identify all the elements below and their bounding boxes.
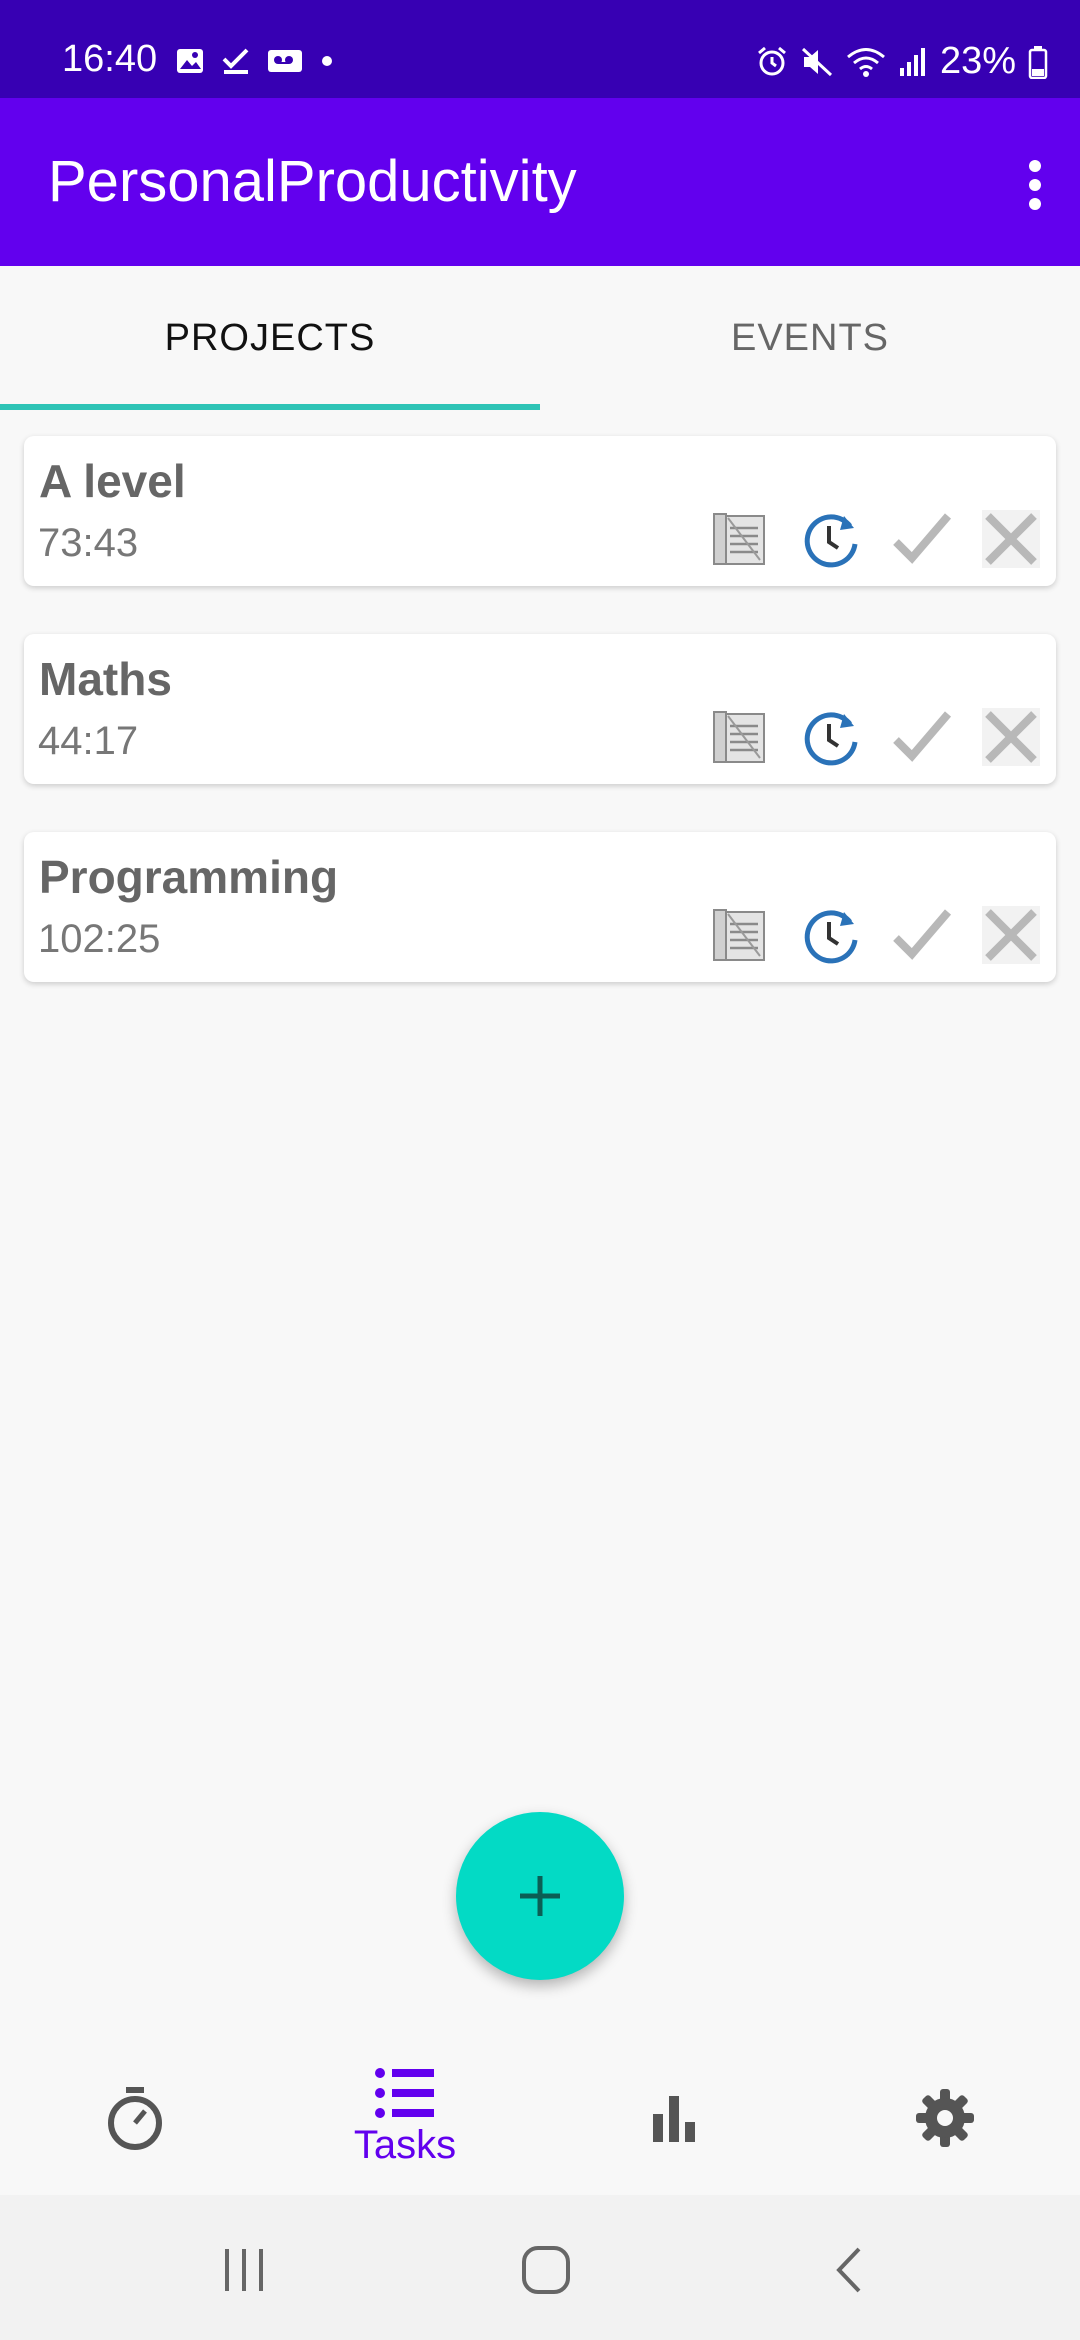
plus-icon [520,1876,560,1916]
signal-icon [899,47,925,76]
notes-icon[interactable] [710,706,772,768]
bottom-navigation: Tasks [0,2040,1080,2195]
project-name: A level [39,455,186,507]
tab-events[interactable]: EVENTS [540,266,1080,410]
notification-icons [175,46,335,76]
wifi-icon [846,47,885,77]
system-navigation-bar [0,2195,1080,2340]
nav-settings[interactable] [810,2040,1080,2195]
nav-tasks-label: Tasks [353,2123,457,2167]
clock-restart-icon[interactable] [800,706,862,768]
notes-icon[interactable] [710,508,772,570]
gear-icon [916,2088,974,2147]
battery-icon [1028,45,1048,79]
project-time: 102:25 [38,917,161,961]
clock-restart-icon[interactable] [800,904,862,966]
check-icon[interactable] [890,706,952,768]
project-actions [710,706,1042,768]
battery-percentage: 23% [939,40,1016,82]
recents-icon[interactable] [204,2235,284,2305]
status-bar: 16:40 23% [0,0,1080,98]
check-icon[interactable] [890,508,952,570]
project-time: 44:17 [38,719,139,763]
nav-tasks[interactable]: Tasks [270,2040,540,2195]
status-time: 16:40 [62,38,158,80]
tab-projects[interactable]: PROJECTS [0,266,540,410]
more-vert-icon[interactable] [1020,156,1050,212]
tab-indicator [0,404,540,410]
close-icon[interactable] [980,904,1042,966]
project-name: Maths [39,653,172,705]
clock-restart-icon[interactable] [800,508,862,570]
notes-icon[interactable] [710,904,772,966]
timer-icon [108,2086,162,2150]
project-card[interactable]: Programming 102:25 [24,832,1056,982]
app-bar: PersonalProductivity [0,98,1080,266]
back-icon[interactable] [810,2235,890,2305]
add-project-button[interactable] [456,1812,624,1980]
check-icon[interactable] [890,904,952,966]
nav-stats[interactable] [540,2040,810,2195]
project-card[interactable]: Maths 44:17 [24,634,1056,784]
home-icon[interactable] [506,2235,586,2305]
nav-timer[interactable] [0,2040,270,2195]
project-name: Programming [39,851,339,903]
app-title: PersonalProductivity [48,149,577,214]
project-actions [710,508,1042,570]
image-icon [177,49,203,73]
system-status-icons: 23% [756,40,1048,83]
project-actions [710,904,1042,966]
project-time: 73:43 [38,521,139,565]
project-card[interactable]: A level 73:43 [24,436,1056,586]
tab-bar: PROJECTS EVENTS [0,266,1080,410]
bar-chart-icon [653,2095,695,2142]
close-icon[interactable] [980,706,1042,768]
close-icon[interactable] [980,508,1042,570]
dot-icon [322,56,332,66]
check-icon [222,48,249,74]
mute-icon [801,47,832,76]
list-icon [375,2068,434,2118]
voicemail-icon [268,50,302,72]
alarm-icon [757,46,786,75]
